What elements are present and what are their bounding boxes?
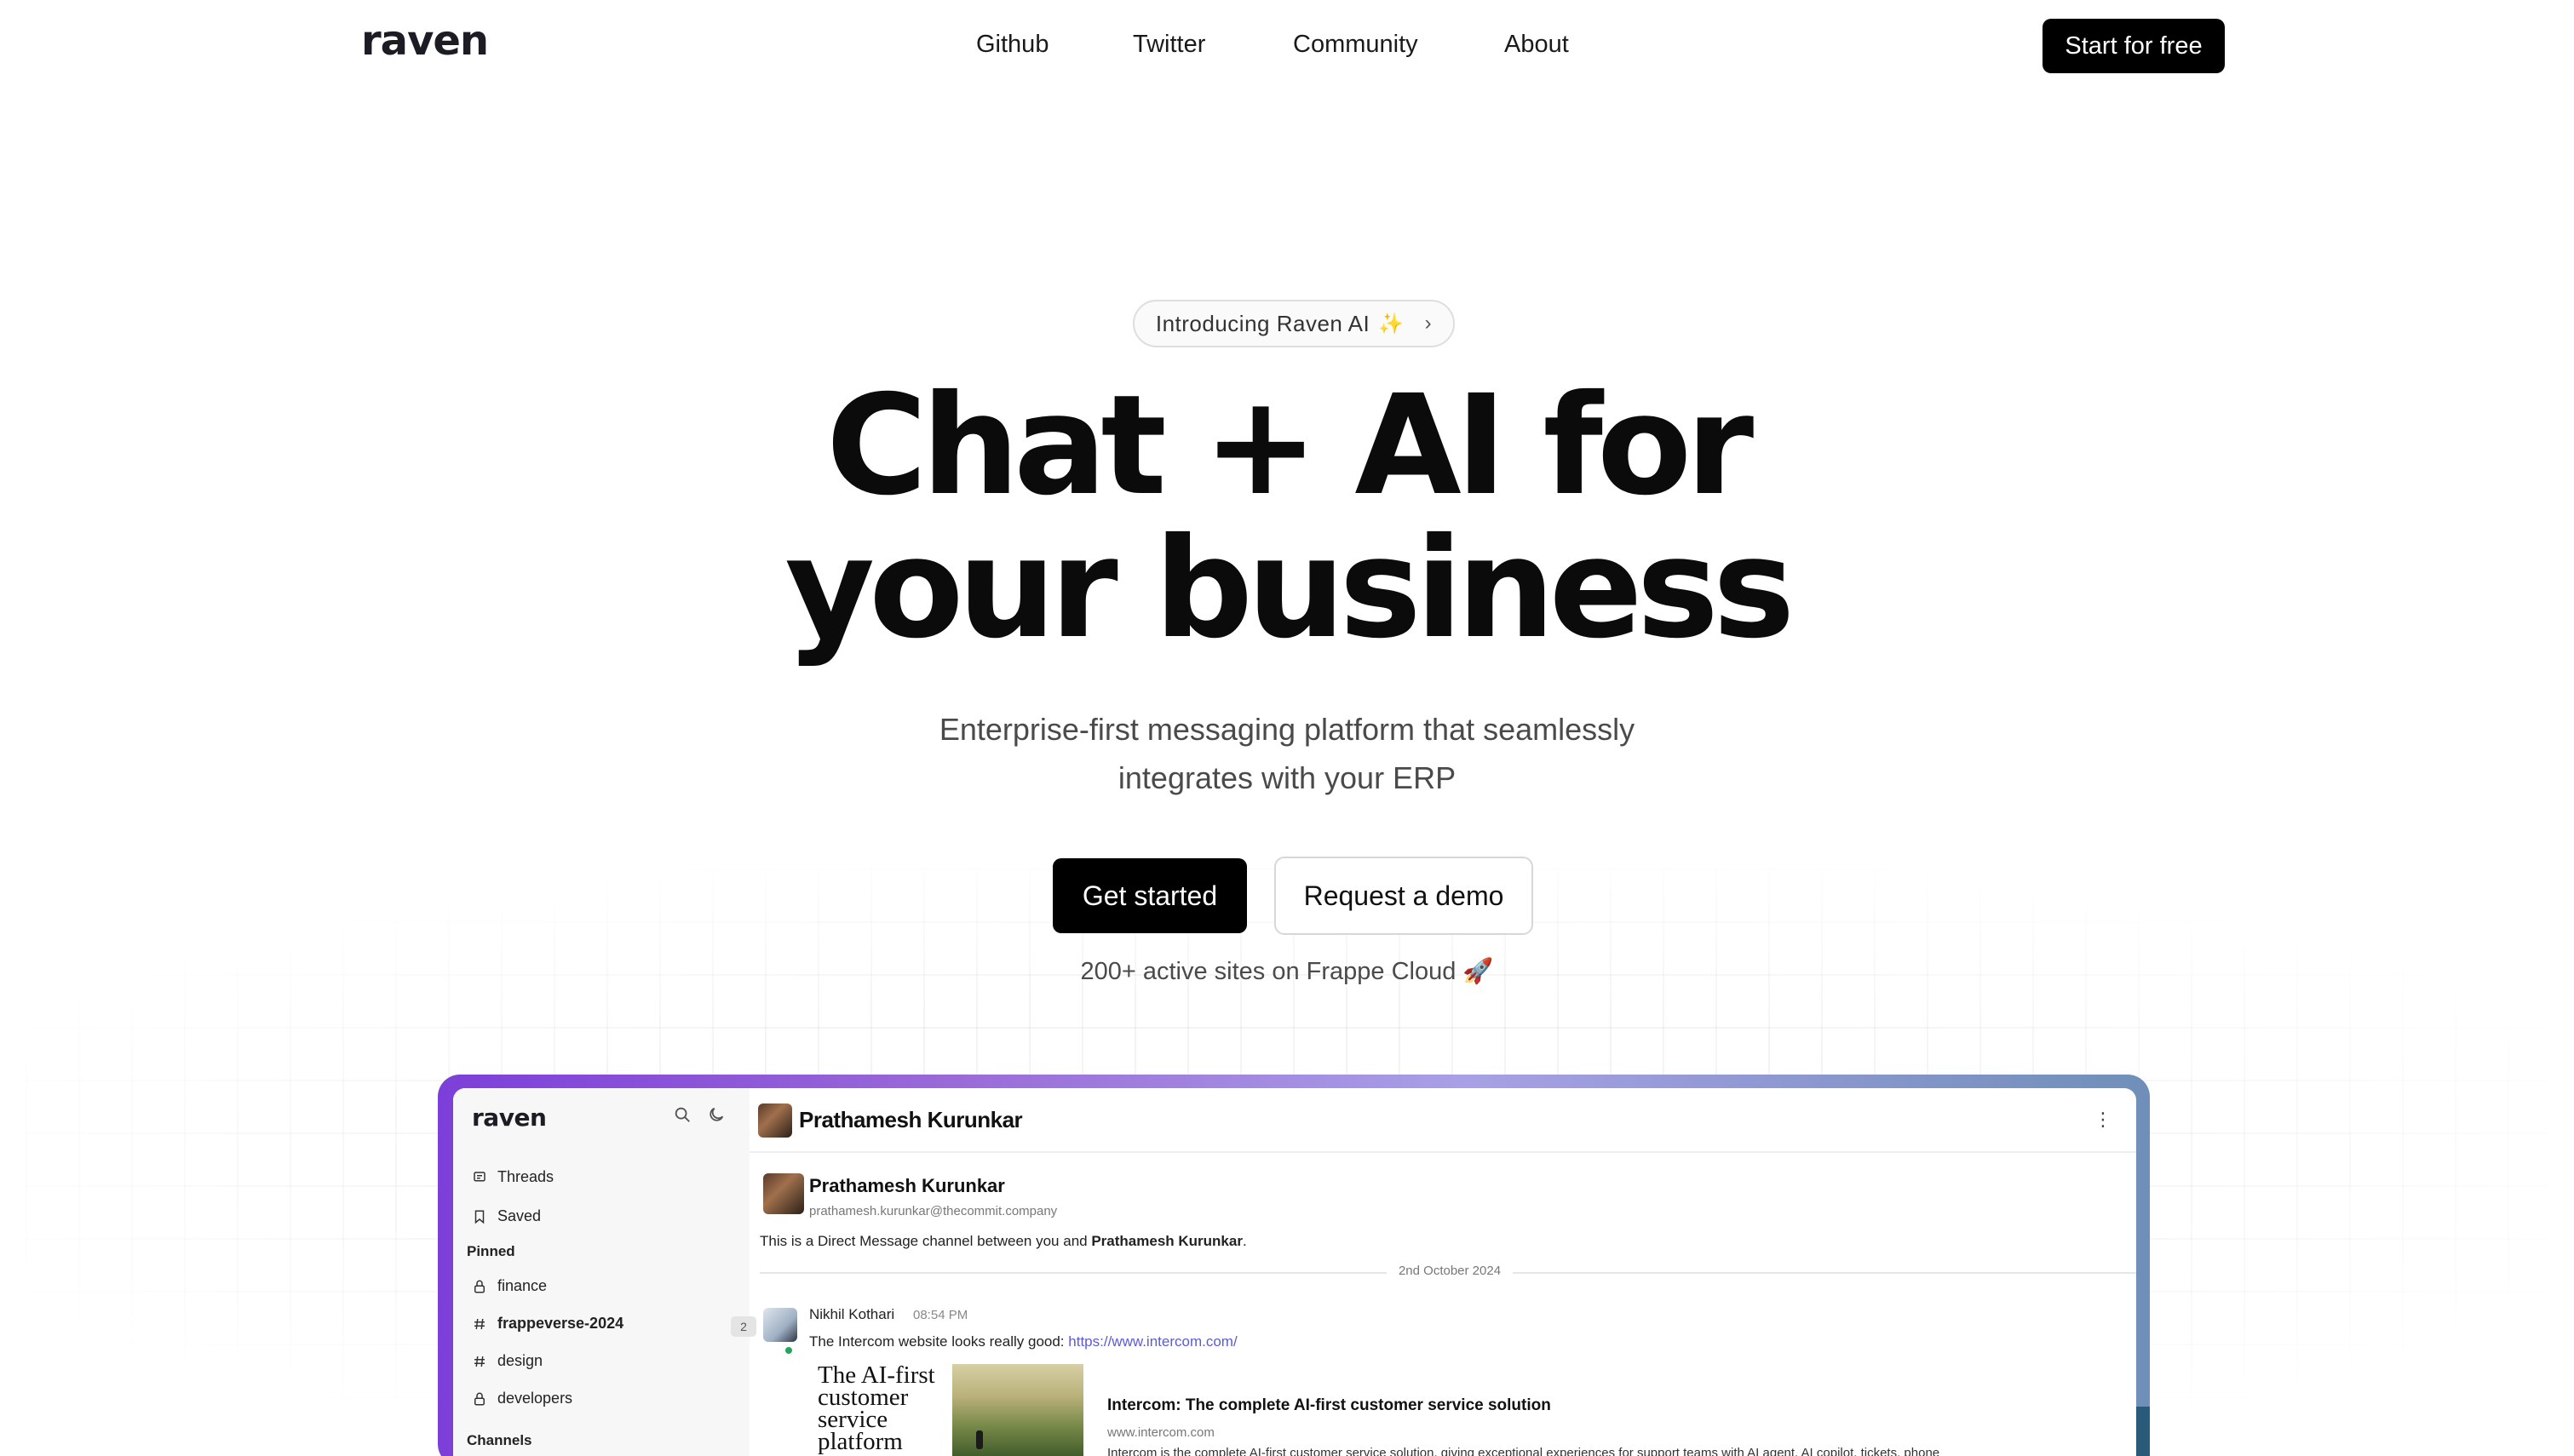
sidebar-item-label: Threads — [497, 1168, 554, 1185]
dm-intro-suffix: . — [1242, 1233, 1247, 1249]
hash-icon — [472, 1354, 487, 1369]
intro-name: Prathamesh Kurunkar — [809, 1175, 1005, 1196]
message-text: The Intercom website looks really good: … — [809, 1333, 1238, 1350]
pinned-section-header[interactable]: Pinned — [467, 1243, 515, 1260]
request-demo-button[interactable]: Request a demo — [1274, 857, 1533, 935]
dm-intro-text: This is a Direct Message channel between… — [760, 1233, 1247, 1250]
link-preview-ad-text: The AI-first customer service platform — [818, 1361, 935, 1455]
threads-icon — [472, 1170, 487, 1185]
nav-link-about[interactable]: About — [1504, 31, 1569, 59]
link-preview-description: Intercom is the complete AI-first custom… — [1107, 1446, 1940, 1456]
hero-title: Chat + AI for your business — [0, 375, 2574, 661]
lock-icon — [472, 1279, 487, 1294]
start-for-free-button[interactable]: Start for free — [2043, 19, 2225, 73]
chat-header-name: Prathamesh Kurunkar — [799, 1107, 1023, 1132]
message-link[interactable]: https://www.intercom.com/ — [1068, 1333, 1237, 1350]
link-preview-domain: www.intercom.com — [1107, 1425, 1215, 1440]
link-preview-image[interactable] — [952, 1364, 1083, 1456]
search-icon[interactable] — [673, 1105, 692, 1124]
sidebar-item-design[interactable]: design — [472, 1352, 543, 1370]
top-navigation: raven Github Twitter Community About Sta… — [0, 0, 2574, 94]
get-started-button[interactable]: Get started — [1053, 858, 1247, 933]
avatar[interactable] — [763, 1173, 804, 1214]
lock-icon — [472, 1391, 487, 1407]
more-options-icon[interactable]: ⋮ — [2094, 1109, 2112, 1131]
chat-header: Prathamesh Kurunkar ⋮ — [750, 1088, 2136, 1153]
channels-section-header[interactable]: Channels — [467, 1432, 532, 1449]
sidebar-logo[interactable]: raven — [472, 1103, 547, 1132]
introducing-raven-ai-pill[interactable]: Introducing Raven AI ✨ › — [1133, 300, 1455, 347]
app-preview-frame: raven Threads Saved Pinned finance frapp… — [438, 1075, 2150, 1456]
sparkle-icon: ✨ — [1378, 312, 1405, 335]
sidebar-toolbar — [673, 1105, 726, 1124]
app-sidebar: raven Threads Saved Pinned finance frapp… — [453, 1088, 756, 1456]
frame-edge-accent — [2134, 1407, 2150, 1456]
nav-link-twitter[interactable]: Twitter — [1133, 31, 1205, 59]
chat-panel: Prathamesh Kurunkar ⋮ Prathamesh Kurunka… — [750, 1088, 2136, 1456]
nav-link-community[interactable]: Community — [1293, 31, 1418, 59]
dm-intro-prefix: This is a Direct Message channel between… — [760, 1233, 1088, 1249]
hero-title-line-2: your business — [784, 509, 1795, 669]
sidebar-item-label: finance — [497, 1277, 548, 1294]
sidebar-item-label: developers — [497, 1390, 573, 1407]
sidebar-item-finance[interactable]: finance — [472, 1277, 547, 1295]
hero-title-line-1: Chat + AI for — [825, 366, 1754, 526]
date-separator: 2nd October 2024 — [760, 1264, 2136, 1281]
sidebar-item-frappeverse-2024[interactable]: frappeverse-2024 — [472, 1315, 623, 1333]
dm-intro-name: Prathamesh Kurunkar — [1091, 1233, 1243, 1249]
chevron-right-icon: › — [1424, 312, 1433, 335]
sidebar-item-threads[interactable]: Threads — [472, 1168, 554, 1186]
message-timestamp: 08:54 PM — [913, 1308, 968, 1322]
date-separator-label: 2nd October 2024 — [1386, 1264, 1514, 1278]
online-status-indicator — [784, 1345, 794, 1356]
avatar[interactable] — [763, 1308, 797, 1342]
hero-subtitle: Enterprise-first messaging platform that… — [0, 705, 2574, 802]
sidebar-item-label: frappeverse-2024 — [497, 1315, 624, 1332]
sidebar-item-developers[interactable]: developers — [472, 1390, 572, 1407]
sidebar-item-saved[interactable]: Saved — [472, 1207, 541, 1225]
hero-subtitle-line-2: integrates with your ERP — [1118, 760, 1456, 795]
moon-icon[interactable] — [707, 1105, 726, 1124]
avatar[interactable] — [758, 1103, 792, 1138]
active-sites-text: 200+ active sites on Frappe Cloud 🚀 — [1080, 958, 1494, 985]
app-preview: raven Threads Saved Pinned finance frapp… — [453, 1088, 2136, 1456]
hash-icon — [472, 1316, 487, 1332]
bookmark-icon — [472, 1209, 487, 1224]
nav-link-github[interactable]: Github — [976, 31, 1049, 59]
link-preview-title[interactable]: Intercom: The complete AI-first customer… — [1107, 1396, 1551, 1415]
intro-email: prathamesh.kurunkar@thecommit.company — [809, 1204, 1058, 1218]
message-body: The Intercom website looks really good: — [809, 1333, 1065, 1350]
hero-subtitle-line-1: Enterprise-first messaging platform that… — [939, 712, 1635, 747]
sidebar-item-label: Saved — [497, 1207, 542, 1224]
sidebar-item-label: design — [497, 1352, 543, 1369]
message-sender[interactable]: Nikhil Kothari — [809, 1306, 894, 1323]
pill-label: Introducing Raven AI — [1155, 310, 1370, 336]
